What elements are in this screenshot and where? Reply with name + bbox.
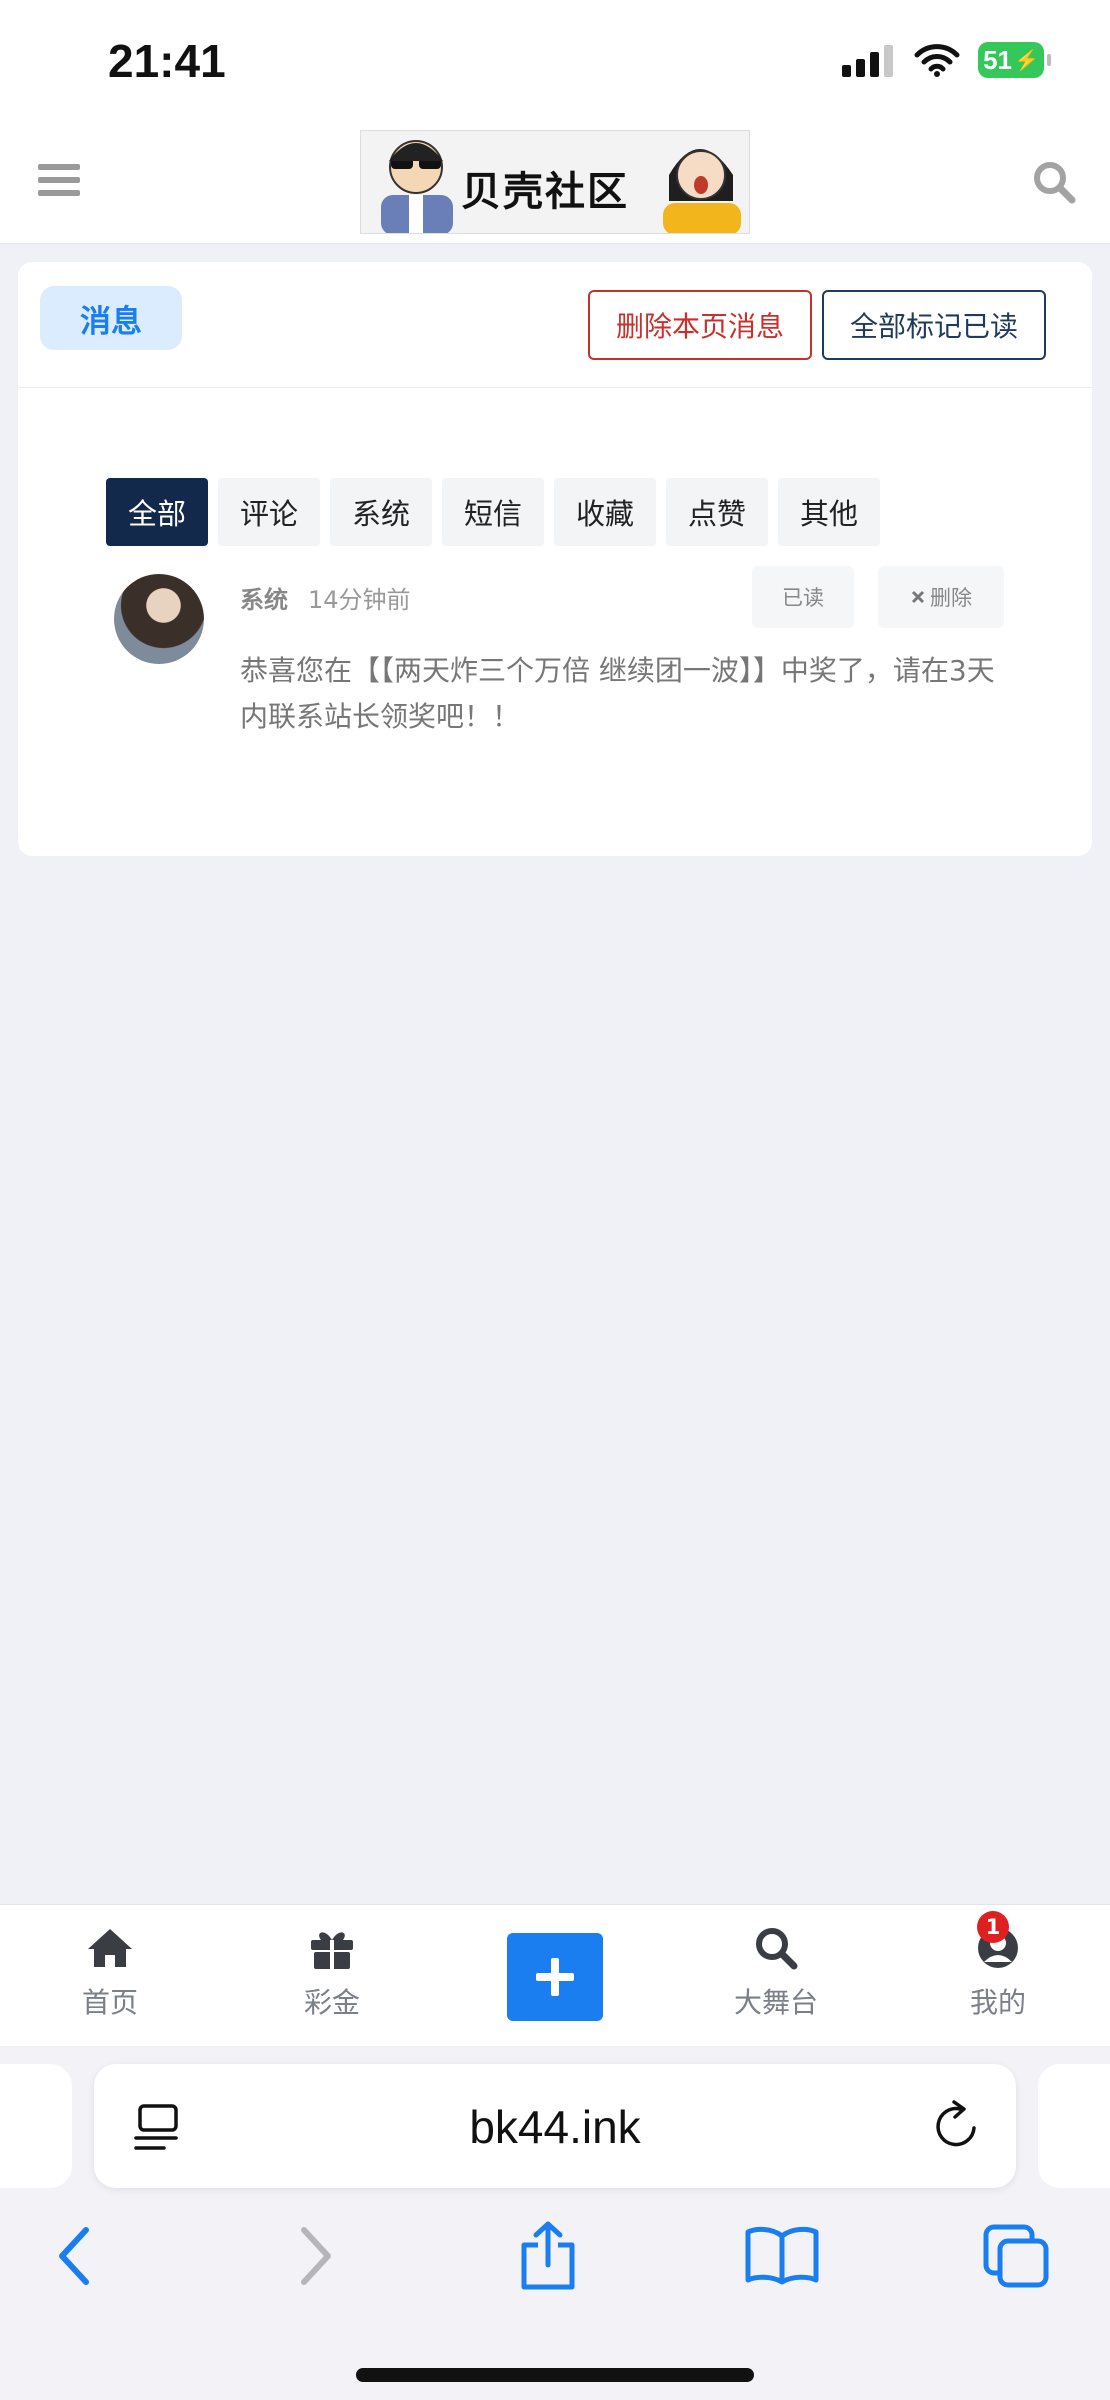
delete-message-label: 删除 bbox=[930, 586, 972, 610]
nav-bonus[interactable]: 彩金 bbox=[252, 1923, 412, 2033]
hamburger-menu-icon[interactable] bbox=[38, 162, 80, 198]
message-sender: 系统 bbox=[240, 586, 288, 614]
messages-card-header: 消息 删除本页消息 全部标记已读 bbox=[18, 262, 1092, 388]
wifi-icon bbox=[914, 44, 960, 77]
nav-stage[interactable]: 大舞台 bbox=[696, 1923, 856, 2033]
share-button[interactable] bbox=[508, 2216, 588, 2296]
delete-message-button[interactable]: 删除 bbox=[878, 566, 1004, 628]
nav-stage-label: 大舞台 bbox=[733, 1986, 818, 2019]
nav-profile-label: 我的 bbox=[969, 1986, 1026, 2019]
bookmarks-button[interactable] bbox=[742, 2216, 822, 2296]
message-time: 14分钟前 bbox=[308, 586, 411, 614]
tab-sms[interactable]: 短信 bbox=[442, 478, 544, 546]
reload-icon[interactable] bbox=[930, 2100, 982, 2152]
chevron-right-icon bbox=[301, 2227, 331, 2285]
close-icon bbox=[911, 590, 925, 604]
avatar[interactable] bbox=[114, 574, 204, 664]
browser-toolbar bbox=[0, 2216, 1110, 2326]
browser-chrome: bk44.ink bbox=[0, 2046, 1110, 2400]
bottom-navigation: 首页 彩金 大舞台 1 我的 bbox=[0, 1904, 1110, 2046]
nav-profile[interactable]: 1 我的 bbox=[918, 1911, 1078, 2033]
notification-badge: 1 bbox=[977, 1911, 1009, 1943]
list-item: 系统 14分钟前 已读 删除 恭喜您在【【两天炸三个万倍 继续团一波】】中奖了，… bbox=[114, 566, 1024, 774]
search-icon bbox=[756, 1928, 798, 1970]
chevron-left-icon bbox=[59, 2227, 89, 2285]
tab-favorites[interactable]: 收藏 bbox=[554, 478, 656, 546]
tabs-button[interactable] bbox=[976, 2216, 1056, 2296]
plus-icon bbox=[536, 1958, 574, 1996]
message-filter-tabs: 全部 评论 系统 短信 收藏 点赞 其他 bbox=[106, 478, 880, 546]
home-indicator bbox=[356, 2368, 754, 2382]
back-button[interactable] bbox=[34, 2216, 114, 2296]
forward-button[interactable] bbox=[276, 2216, 356, 2296]
messages-title-pill[interactable]: 消息 bbox=[40, 286, 182, 350]
status-icons: 51 ⚡ bbox=[842, 42, 1051, 78]
search-icon[interactable] bbox=[1032, 160, 1076, 204]
previous-tab-card[interactable] bbox=[0, 2064, 72, 2188]
mark-all-read-button[interactable]: 全部标记已读 bbox=[822, 290, 1046, 360]
message-body: 恭喜您在【【两天炸三个万倍 继续团一波】】中奖了，请在3天内联系站长领奖吧！！ bbox=[240, 654, 995, 733]
url-text: bk44.ink bbox=[469, 2101, 641, 2153]
messages-card: 消息 删除本页消息 全部标记已读 全部 评论 系统 短信 收藏 点赞 其他 系统… bbox=[18, 262, 1092, 856]
site-logo[interactable]: 贝壳社区 bbox=[360, 130, 750, 234]
tab-likes[interactable]: 点赞 bbox=[666, 478, 768, 546]
nav-home[interactable]: 首页 bbox=[30, 1923, 190, 2033]
gift-icon bbox=[311, 1932, 353, 1969]
tabs-icon bbox=[983, 2224, 1049, 2288]
nav-home-label: 首页 bbox=[81, 1986, 138, 2019]
logo-cartoon-right-icon bbox=[663, 149, 741, 233]
status-bar: 21:41 51 ⚡ bbox=[0, 0, 1110, 120]
battery-level: 51 bbox=[983, 44, 1012, 75]
logo-cartoon-left-icon bbox=[381, 140, 453, 233]
site-header: 贝壳社区 bbox=[0, 120, 1110, 244]
battery-icon: 51 ⚡ bbox=[978, 42, 1051, 78]
create-post-button[interactable] bbox=[507, 1933, 603, 2021]
share-icon bbox=[521, 2221, 575, 2290]
tab-all[interactable]: 全部 bbox=[106, 478, 208, 546]
next-tab-card[interactable] bbox=[1038, 2064, 1110, 2188]
home-icon bbox=[88, 1929, 132, 1967]
cellular-signal-icon bbox=[842, 45, 893, 77]
book-icon bbox=[745, 2226, 819, 2285]
delete-page-messages-button[interactable]: 删除本页消息 bbox=[588, 290, 812, 360]
tab-comments[interactable]: 评论 bbox=[218, 478, 320, 546]
address-bar[interactable]: bk44.ink bbox=[94, 2064, 1016, 2188]
tab-system[interactable]: 系统 bbox=[330, 478, 432, 546]
logo-text: 贝壳社区 bbox=[461, 169, 629, 215]
mark-read-button[interactable]: 已读 bbox=[752, 566, 854, 628]
nav-bonus-label: 彩金 bbox=[303, 1986, 360, 2019]
tab-other[interactable]: 其他 bbox=[778, 478, 880, 546]
status-time: 21:41 bbox=[108, 35, 226, 87]
